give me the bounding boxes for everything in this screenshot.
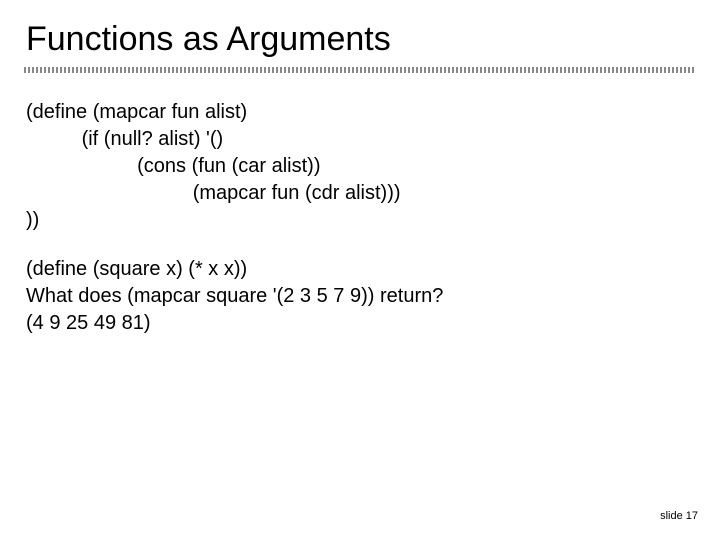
example-block: (define (square x) (* x x)) What does (m… [26,256,720,337]
slide-title: Functions as Arguments [0,0,720,67]
code-block-mapcar: (define (mapcar fun alist) (if (null? al… [26,99,720,234]
code-line: (define (mapcar fun alist) [26,99,720,126]
code-line: (mapcar fun (cdr alist))) [26,180,720,207]
slide-number: slide 17 [660,510,698,522]
code-line: )) [26,207,720,234]
code-line: (4 9 25 49 81) [26,310,720,337]
code-line: (cons (fun (car alist)) [26,153,720,180]
slide-content: (define (mapcar fun alist) (if (null? al… [0,73,720,337]
code-line: (define (square x) (* x x)) [26,256,720,283]
code-line: What does (mapcar square '(2 3 5 7 9)) r… [26,283,720,310]
code-line: (if (null? alist) '() [26,126,720,153]
